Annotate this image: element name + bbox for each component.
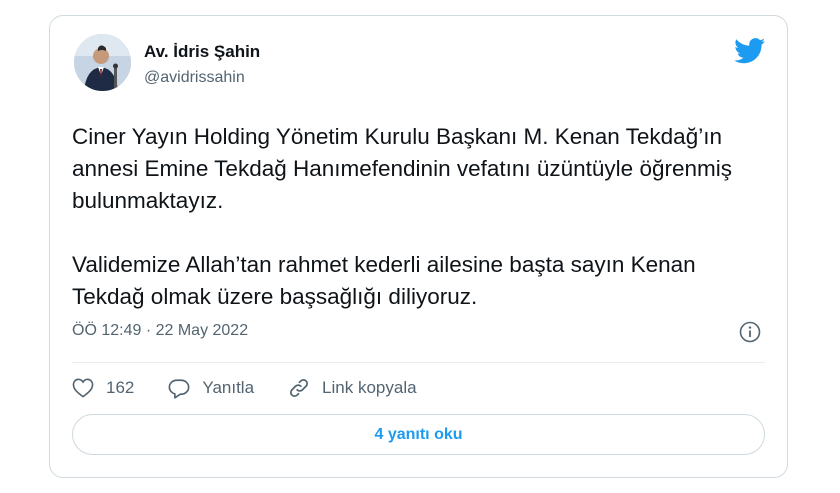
like-count: 162 — [106, 378, 135, 397]
tweet-card: Av. İdris Şahin @avidrissahin Ciner Yayı… — [49, 15, 788, 478]
read-replies-button[interactable]: 4 yanıtı oku — [72, 414, 765, 455]
copy-link-label: Link kopyala — [322, 378, 417, 397]
reply-icon — [168, 378, 190, 399]
divider — [72, 362, 765, 363]
reply-button[interactable]: Yanıtla — [168, 378, 254, 399]
twitter-bird-icon[interactable] — [734, 38, 766, 64]
action-bar: 162 Yanıtla Link kopyala — [72, 373, 451, 403]
heart-icon — [72, 378, 94, 398]
author-handle[interactable]: @avidrissahin — [144, 69, 245, 87]
copy-link-button[interactable]: Link kopyala — [288, 377, 417, 399]
link-icon — [290, 379, 309, 397]
reply-label: Yanıtla — [202, 378, 255, 397]
like-button[interactable]: 162 — [72, 378, 134, 398]
avatar[interactable] — [74, 34, 131, 91]
info-icon[interactable] — [739, 321, 761, 343]
tweet-timestamp[interactable]: ÖÖ 12:49 · 22 May 2022 — [72, 322, 248, 340]
tweet-text: Ciner Yayın Holding Yönetim Kurulu Başka… — [72, 124, 732, 309]
author-name[interactable]: Av. İdris Şahin — [144, 42, 260, 62]
